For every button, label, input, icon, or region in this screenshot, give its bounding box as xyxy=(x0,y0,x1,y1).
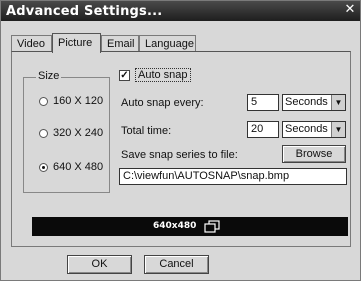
tab-video[interactable]: Video xyxy=(11,35,52,52)
radio-640x480-label: 640 X 480 xyxy=(53,161,104,173)
auto-snap-checkbox[interactable]: ✓ Auto snap xyxy=(119,68,191,82)
browse-button[interactable]: Browse xyxy=(282,145,346,163)
radio-160x120-label: 160 X 120 xyxy=(53,95,104,107)
ok-button[interactable]: OK xyxy=(67,255,132,274)
tab-language[interactable]: Language xyxy=(139,35,196,52)
cancel-button[interactable]: Cancel xyxy=(144,255,209,274)
chevron-down-icon[interactable]: ▼ xyxy=(331,95,345,110)
radio-160x120[interactable]: 160 X 120 xyxy=(39,95,103,107)
chevron-down-icon[interactable]: ▼ xyxy=(331,122,345,137)
save-series-label: Save snap series to file: xyxy=(121,149,238,161)
total-time-input[interactable]: 20 xyxy=(247,121,279,138)
checkbox-check-icon[interactable]: ✓ xyxy=(119,69,130,81)
preview-bar: 640x480 xyxy=(32,217,348,236)
auto-snap-every-input[interactable]: 5 xyxy=(247,94,279,111)
radio-320x240-label: 320 X 240 xyxy=(53,127,104,139)
radio-640x480-indicator[interactable] xyxy=(39,162,48,172)
tab-picture[interactable]: Picture xyxy=(52,33,101,53)
total-time-label: Total time: xyxy=(121,125,172,137)
preview-resolution: 640x480 xyxy=(153,221,197,231)
auto-snap-every-unit-value: Seconds xyxy=(285,96,328,108)
auto-snap-label: Auto snap xyxy=(135,68,191,82)
advanced-settings-dialog: Advanced Settings... ✕ Video Picture Ema… xyxy=(0,0,361,281)
title-bar[interactable]: Advanced Settings... ✕ xyxy=(1,1,360,21)
size-legend: Size xyxy=(36,70,62,82)
radio-320x240-indicator[interactable] xyxy=(39,128,48,138)
windows-icon[interactable] xyxy=(203,220,221,233)
radio-160x120-indicator[interactable] xyxy=(39,96,48,106)
radio-640x480[interactable]: 640 X 480 xyxy=(39,161,103,173)
auto-snap-every-unit-select[interactable]: Seconds ▼ xyxy=(282,94,346,111)
radio-320x240[interactable]: 320 X 240 xyxy=(39,127,103,139)
total-time-unit-select[interactable]: Seconds ▼ xyxy=(282,121,346,138)
auto-snap-every-label: Auto snap every: xyxy=(121,97,204,109)
tab-email[interactable]: Email xyxy=(101,35,139,52)
close-icon[interactable]: ✕ xyxy=(343,3,357,17)
total-time-unit-value: Seconds xyxy=(285,123,328,135)
window-title: Advanced Settings... xyxy=(6,4,163,19)
snap-file-path-input[interactable]: C:\viewfun\AUTOSNAP\snap.bmp xyxy=(119,168,347,185)
